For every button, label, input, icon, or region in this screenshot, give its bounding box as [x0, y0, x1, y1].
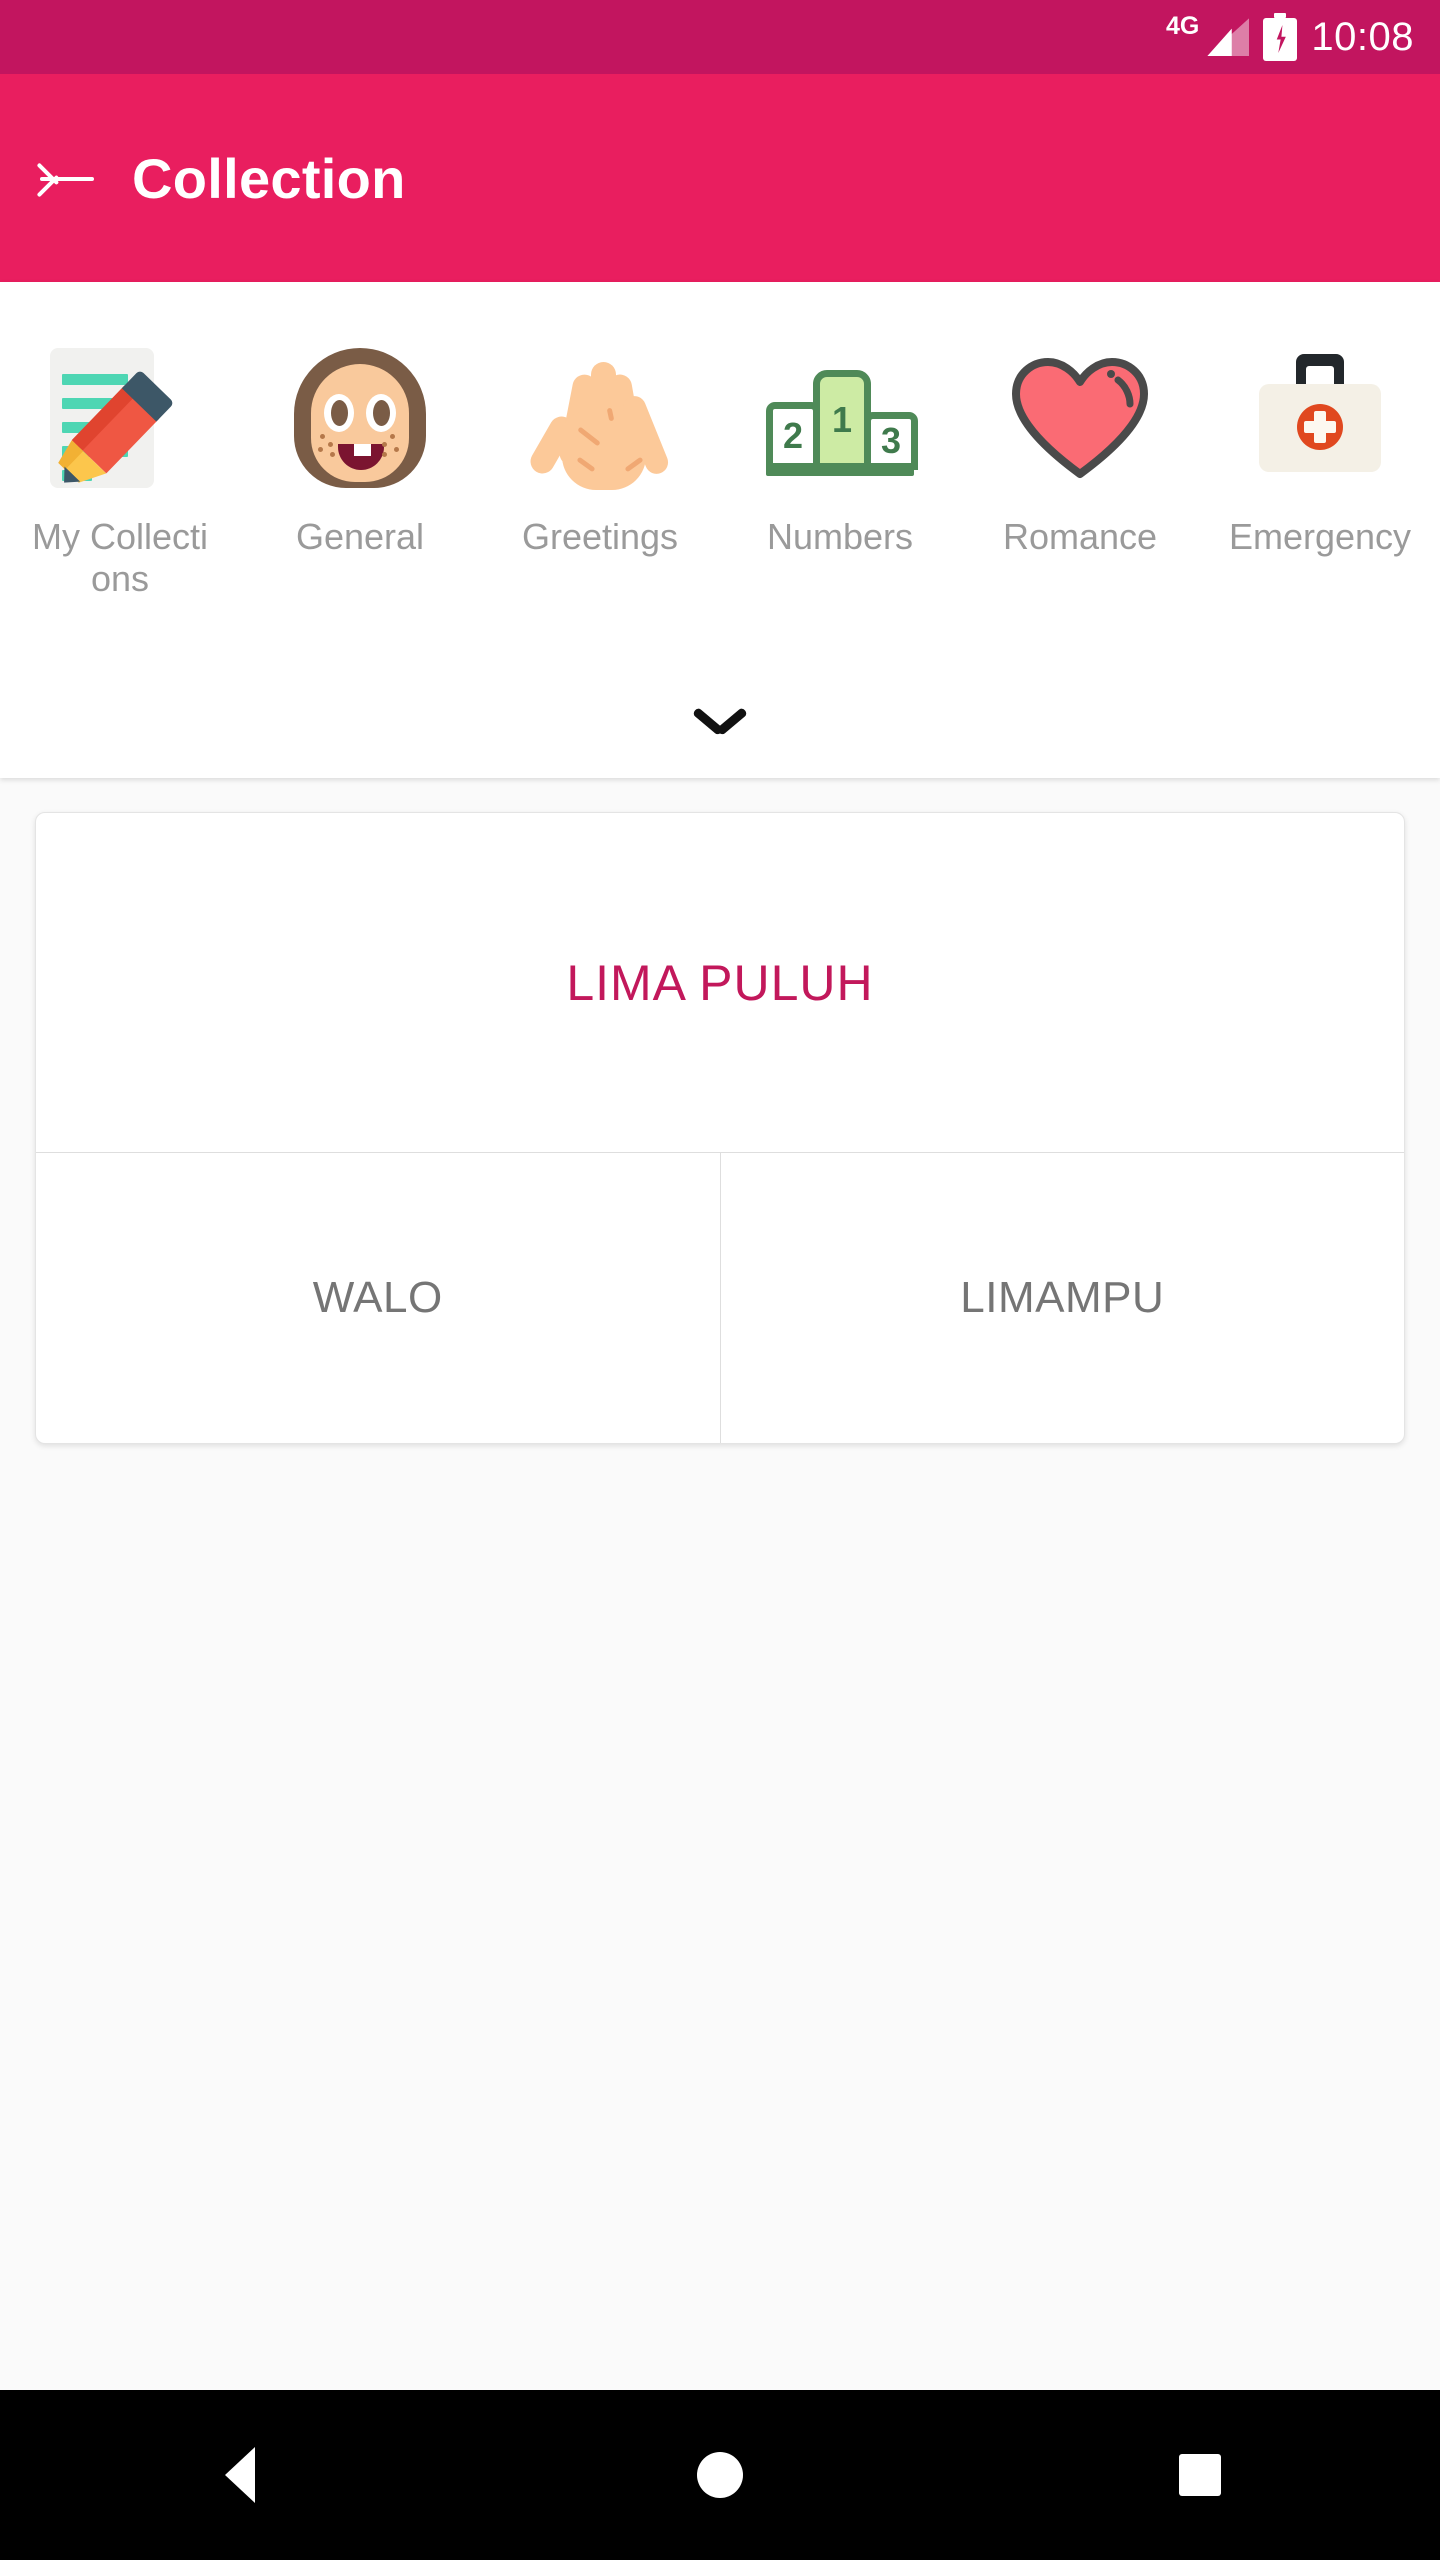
category-item-greetings[interactable]: Greetings — [480, 310, 720, 558]
category-label: My Collections — [31, 516, 209, 600]
status-bar-clock: 10:08 — [1311, 15, 1414, 59]
expand-categories-button[interactable] — [0, 660, 1440, 778]
heart-icon — [996, 334, 1164, 502]
girl-face-icon — [276, 334, 444, 502]
back-button[interactable] — [0, 74, 132, 282]
back-arrow-icon — [36, 156, 94, 200]
network-type-label: 4G — [1166, 12, 1200, 40]
category-item-my-collections[interactable]: My Collections — [0, 310, 240, 601]
signal-bars-icon — [1207, 18, 1250, 56]
category-panel: My Collections General Greetings 2 1 3 N… — [0, 282, 1440, 778]
nav-home-icon — [697, 2452, 743, 2498]
chevron-down-icon — [692, 706, 748, 736]
category-label: Emergency — [1228, 516, 1412, 557]
question-card: LIMA PULUH WALO LIMAMPU — [35, 812, 1405, 1444]
nav-back-button[interactable] — [120, 2390, 360, 2560]
nav-recents-button[interactable] — [1080, 2390, 1320, 2560]
raised-hand-icon — [516, 334, 684, 502]
category-item-numbers[interactable]: 2 1 3 Numbers — [720, 310, 960, 558]
category-row: My Collections General Greetings 2 1 3 N… — [0, 310, 1440, 640]
category-label: Greetings — [521, 516, 679, 557]
options-row: WALO LIMAMPU — [36, 1153, 1404, 1443]
option-button-right[interactable]: LIMAMPU — [719, 1153, 1405, 1443]
first-aid-kit-icon — [1236, 334, 1404, 502]
app-bar: Collection — [0, 74, 1440, 282]
nav-home-button[interactable] — [600, 2390, 840, 2560]
battery-charging-icon — [1263, 13, 1298, 61]
option-button-left[interactable]: WALO — [36, 1153, 720, 1443]
category-item-romance[interactable]: Romance — [960, 310, 1200, 558]
category-label: General — [295, 516, 425, 557]
page-title: Collection — [132, 146, 406, 210]
android-nav-bar — [0, 2390, 1440, 2560]
category-item-emergency[interactable]: Emergency — [1200, 310, 1440, 558]
nav-back-icon — [225, 2447, 255, 2503]
podium-icon: 2 1 3 — [756, 334, 924, 502]
category-item-general[interactable]: General — [240, 310, 480, 558]
category-label: Romance — [1002, 516, 1158, 557]
memo-pencil-icon — [36, 334, 204, 502]
nav-recents-icon — [1179, 2454, 1221, 2496]
prompt-text: LIMA PULUH — [566, 954, 874, 1011]
status-bar: 4G 10:08 — [0, 0, 1440, 74]
prompt-area: LIMA PULUH — [36, 813, 1404, 1153]
app-screen: 4G 10:08 Collection My Collections Gener… — [0, 0, 1440, 2560]
category-label: Numbers — [766, 516, 914, 557]
